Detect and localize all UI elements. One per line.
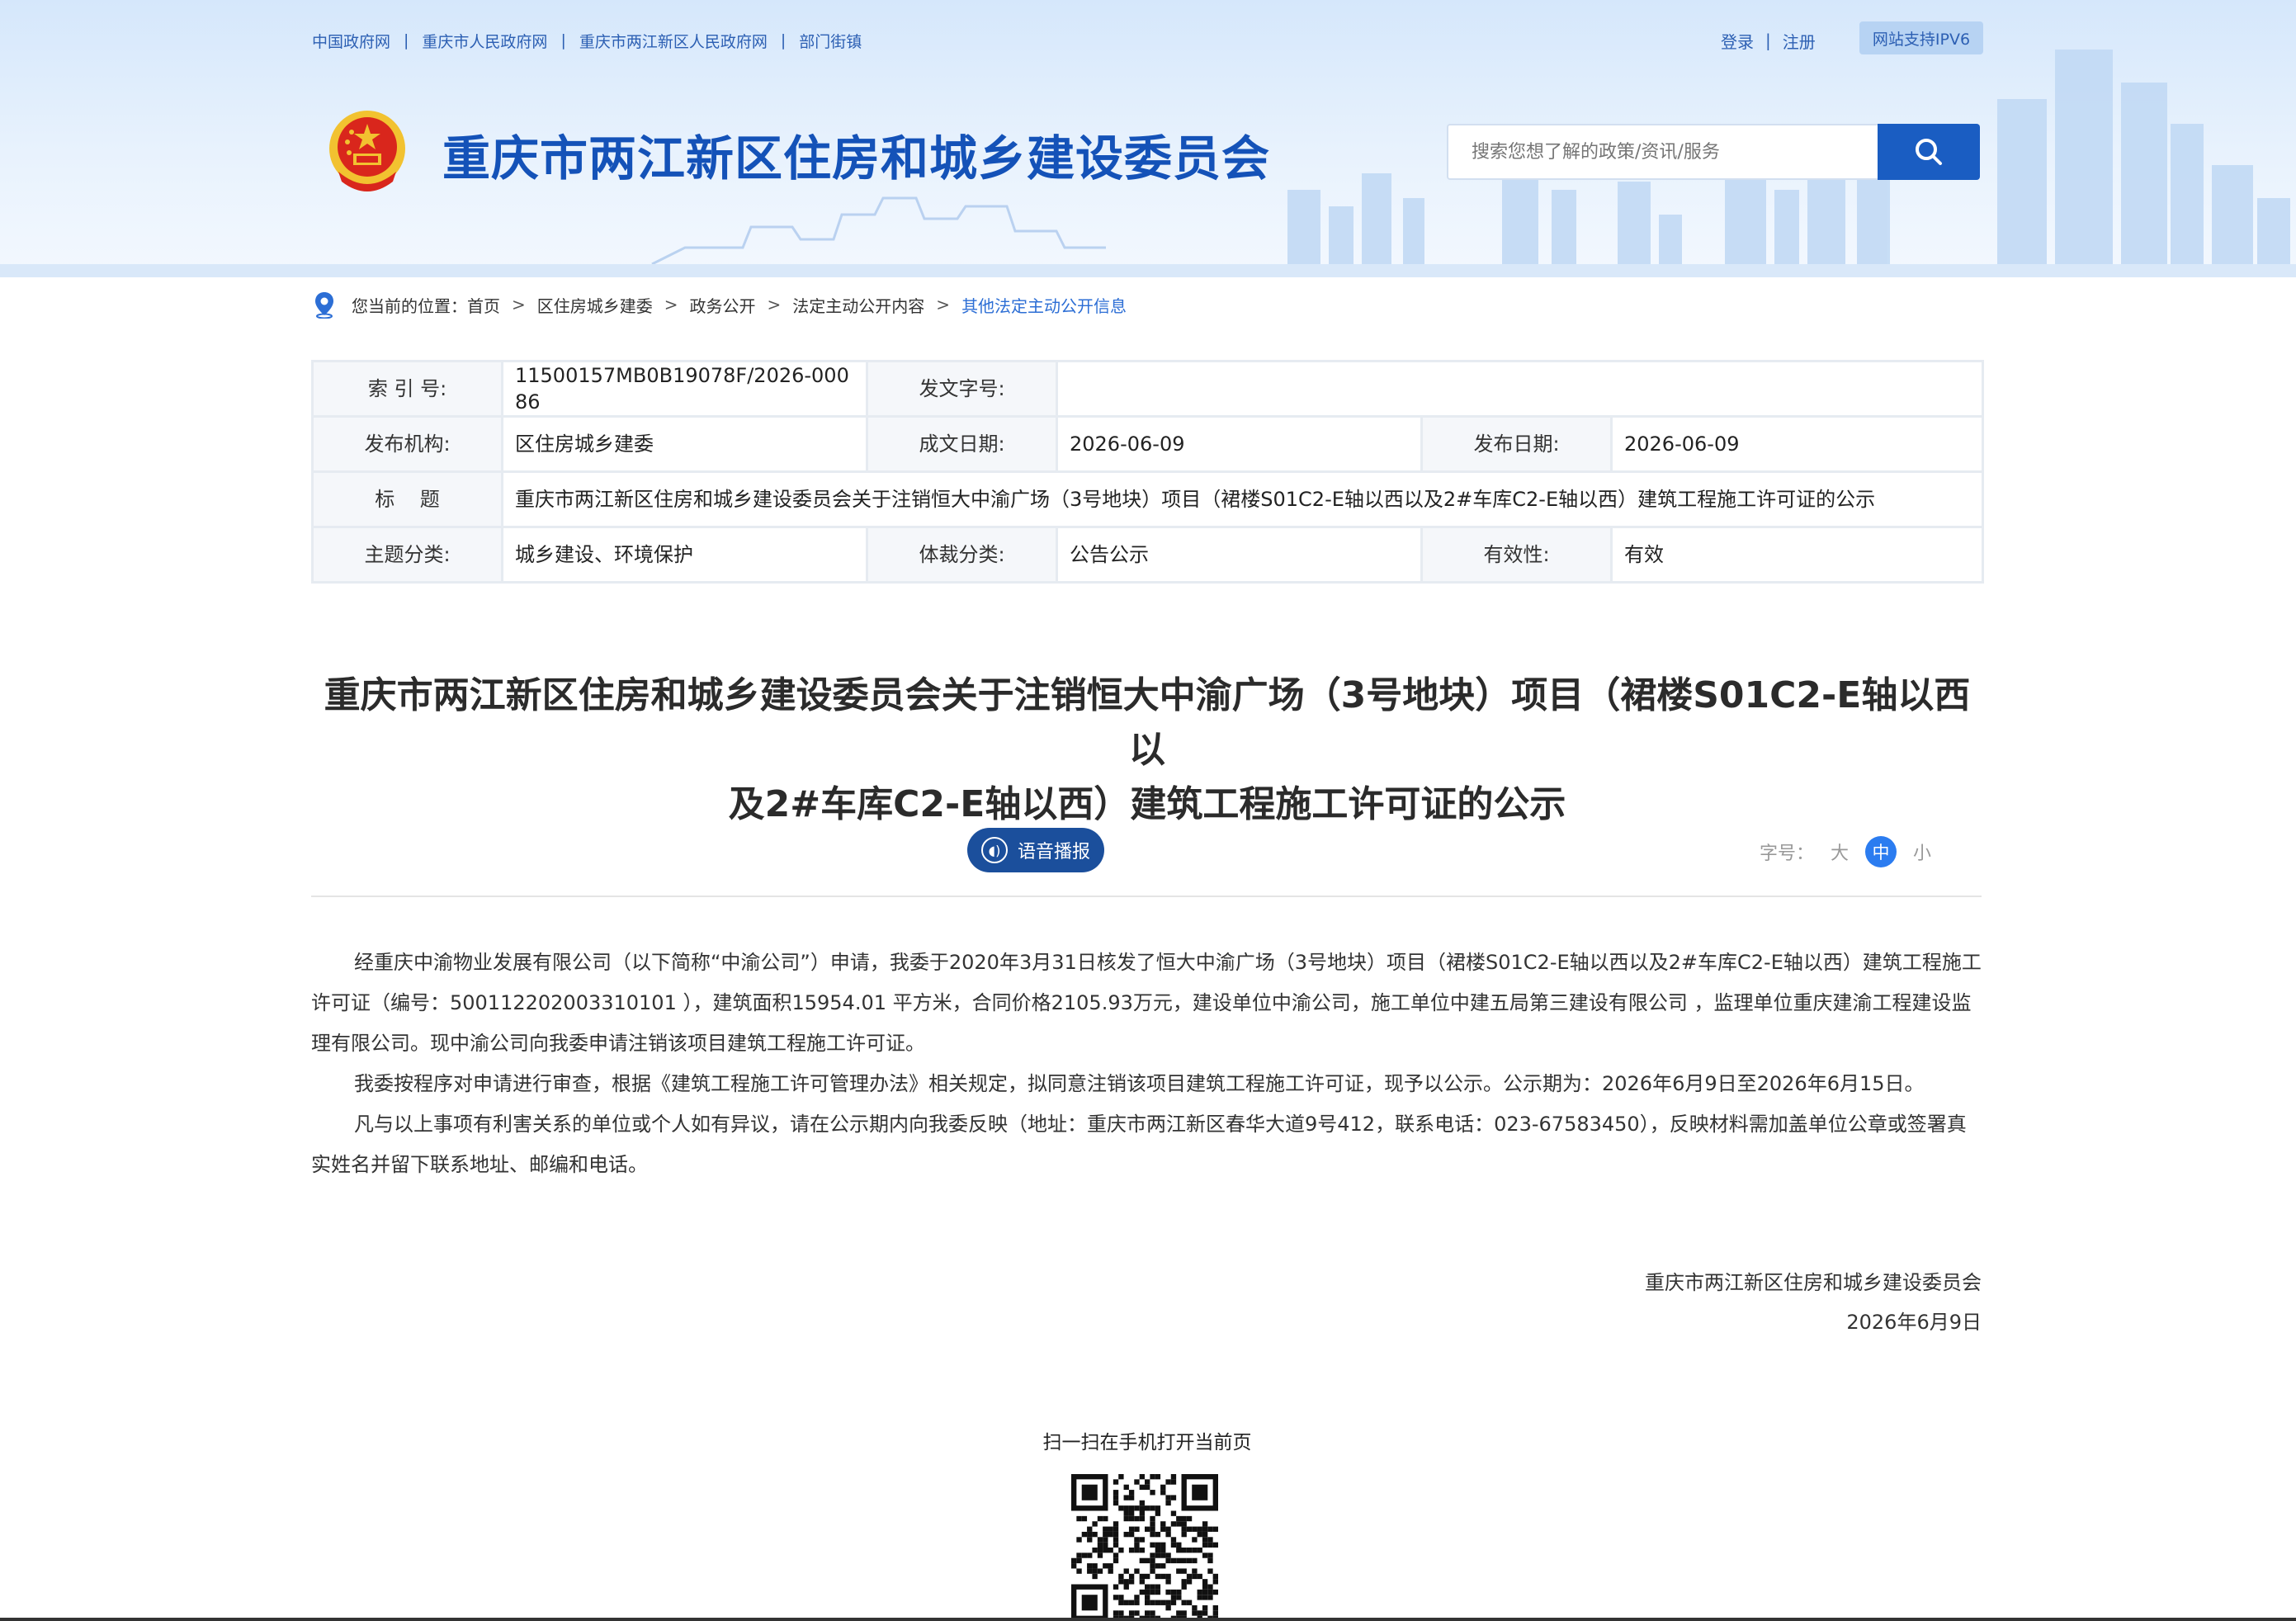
validity-value: 有效 <box>1609 526 1985 584</box>
page-bottom-border <box>0 1618 2296 1621</box>
created-date-value: 2026-06-09 <box>1056 415 1423 473</box>
doc-no-label: 发文字号: <box>866 360 1058 418</box>
article-paragraph: 经重庆中渝物业发展有限公司（以下简称“中渝公司”）申请，我委于2020年3月31… <box>311 951 1982 1055</box>
created-date-label: 成文日期: <box>866 415 1058 473</box>
search-box <box>1447 124 1980 180</box>
article-body: 经重庆中渝物业发展有限公司（以下简称“中渝公司”）申请，我委于2020年3月31… <box>311 943 1982 1185</box>
genre-value: 公告公示 <box>1056 526 1423 584</box>
publisher-value: 区住房城乡建委 <box>501 415 868 473</box>
article-title-line: 重庆市两江新区住房和城乡建设委员会关于注销恒大中渝广场（3号地块）项目（裙楼S0… <box>324 674 1971 771</box>
search-button[interactable] <box>1878 124 1980 180</box>
published-date-value: 2026-06-09 <box>1609 415 1985 473</box>
site-header: 中国政府网 | 重庆市人民政府网 | 重庆市两江新区人民政府网 | 部门街镇 登… <box>0 0 2296 277</box>
breadcrumb: 您当前的位置： 首页 > 区住房城乡建委 > 政务公开 > 法定主动公开内容 >… <box>312 291 1127 319</box>
topic-value: 城乡建设、环境保护 <box>501 526 868 584</box>
user-links: 登录 | 注册 <box>1721 28 1816 53</box>
speaker-icon: ◖) <box>980 837 1008 863</box>
meta-row: 发布机构: 区住房城乡建委 成文日期: 2026-06-09 发布日期: 202… <box>311 415 1985 473</box>
topnav-link-chongqing[interactable]: 重庆市人民政府网 <box>422 30 547 52</box>
topnav-link-gov[interactable]: 中国政府网 <box>312 30 390 52</box>
breadcrumb-separator: > <box>664 295 678 314</box>
topnav-link-departments[interactable]: 部门街镇 <box>799 30 862 52</box>
font-size-switcher: 字号： 大 中 小 <box>1760 835 1931 868</box>
index-value: 11500157MB0B19078F/2026-00086 <box>501 360 868 418</box>
search-icon <box>1916 139 1942 165</box>
qr-code-icon <box>1064 1474 1226 1621</box>
breadcrumb-separator: > <box>767 295 782 314</box>
breadcrumb-item-statutory[interactable]: 法定主动公开内容 <box>792 293 924 317</box>
article-paragraph: 我委按程序对申请进行审查，根据《建筑工程施工许可管理办法》相关规定，拟同意注销该… <box>354 1072 1925 1095</box>
audio-broadcast-label: 语音播报 <box>1017 842 1090 862</box>
published-date-label: 发布日期: <box>1420 415 1613 473</box>
topnav-link-liangjiang[interactable]: 重庆市两江新区人民政府网 <box>579 30 768 52</box>
article-paragraph: 凡与以上事项有利害关系的单位或个人如有异议，请在公示期内向我委反映（地址：重庆市… <box>311 1113 1967 1176</box>
register-link[interactable]: 注册 <box>1783 29 1816 53</box>
article-signature: 重庆市两江新区住房和城乡建设委员会 2026年6月9日 <box>1320 1263 1982 1342</box>
location-pin-icon <box>315 292 333 319</box>
search-input[interactable] <box>1447 124 1878 180</box>
breadcrumb-prefix: 您当前的位置： <box>352 295 467 316</box>
title-label: 标 题 <box>311 470 503 528</box>
site-title: 重庆市两江新区住房和城乡建设委员会 <box>442 130 1271 187</box>
login-link[interactable]: 登录 <box>1721 29 1754 53</box>
font-size-large[interactable]: 大 <box>1831 839 1849 865</box>
ipv6-badge: 网站支持IPV6 <box>1859 21 1983 54</box>
audio-broadcast-button[interactable]: ◖) 语音播报 <box>967 828 1104 872</box>
validity-label: 有效性: <box>1420 526 1613 584</box>
meta-row: 索 引 号: 11500157MB0B19078F/2026-00086 发文字… <box>311 360 1985 418</box>
meta-row: 标 题 重庆市两江新区住房和城乡建设委员会关于注销恒大中渝广场（3号地块）项目（… <box>311 470 1985 528</box>
genre-label: 体裁分类: <box>866 526 1058 584</box>
breadcrumb-separator: > <box>512 295 526 314</box>
font-size-label: 字号： <box>1760 844 1815 864</box>
font-size-small[interactable]: 小 <box>1913 839 1931 865</box>
topnav-separator: | <box>560 31 566 50</box>
signature-date: 2026年6月9日 <box>1846 1311 1982 1334</box>
meta-row: 主题分类: 城乡建设、环境保护 体裁分类: 公告公示 有效性: 有效 <box>311 526 1985 584</box>
font-size-medium[interactable]: 中 <box>1865 836 1897 867</box>
breadcrumb-item-gov-affairs[interactable]: 政务公开 <box>690 293 756 317</box>
article-title: 重庆市两江新区住房和城乡建设委员会关于注销恒大中渝广场（3号地块）项目（裙楼S0… <box>314 669 1981 832</box>
article-title-line: 及2#车库C2-E轴以西）建筑工程施工许可证的公示 <box>728 783 1566 825</box>
breadcrumb-item-home[interactable]: 首页 <box>467 293 500 317</box>
topnav-separator: | <box>780 31 787 50</box>
topnav-separator: | <box>404 31 409 50</box>
document-meta-table: 索 引 号: 11500157MB0B19078F/2026-00086 发文字… <box>311 360 1985 584</box>
content-divider <box>311 896 1982 897</box>
top-nav: 中国政府网 | 重庆市人民政府网 | 重庆市两江新区人民政府网 | 部门街镇 <box>312 28 862 53</box>
breadcrumb-separator: > <box>936 295 951 314</box>
breadcrumb-item-current[interactable]: 其他法定主动公开信息 <box>961 293 1127 317</box>
index-label: 索 引 号: <box>311 360 503 418</box>
userlinks-separator: | <box>1765 31 1771 50</box>
signature-org: 重庆市两江新区住房和城乡建设委员会 <box>1645 1271 1982 1294</box>
publisher-label: 发布机构: <box>311 415 503 473</box>
national-emblem-icon <box>329 111 405 191</box>
qr-label: 扫一扫在手机打开当前页 <box>1042 1432 1252 1453</box>
doc-no-value <box>1055 360 1985 418</box>
topic-label: 主题分类: <box>311 526 503 584</box>
breadcrumb-item-bureau[interactable]: 区住房城乡建委 <box>537 293 653 317</box>
title-value: 重庆市两江新区住房和城乡建设委员会关于注销恒大中渝广场（3号地块）项目（裙楼S0… <box>500 470 1985 528</box>
